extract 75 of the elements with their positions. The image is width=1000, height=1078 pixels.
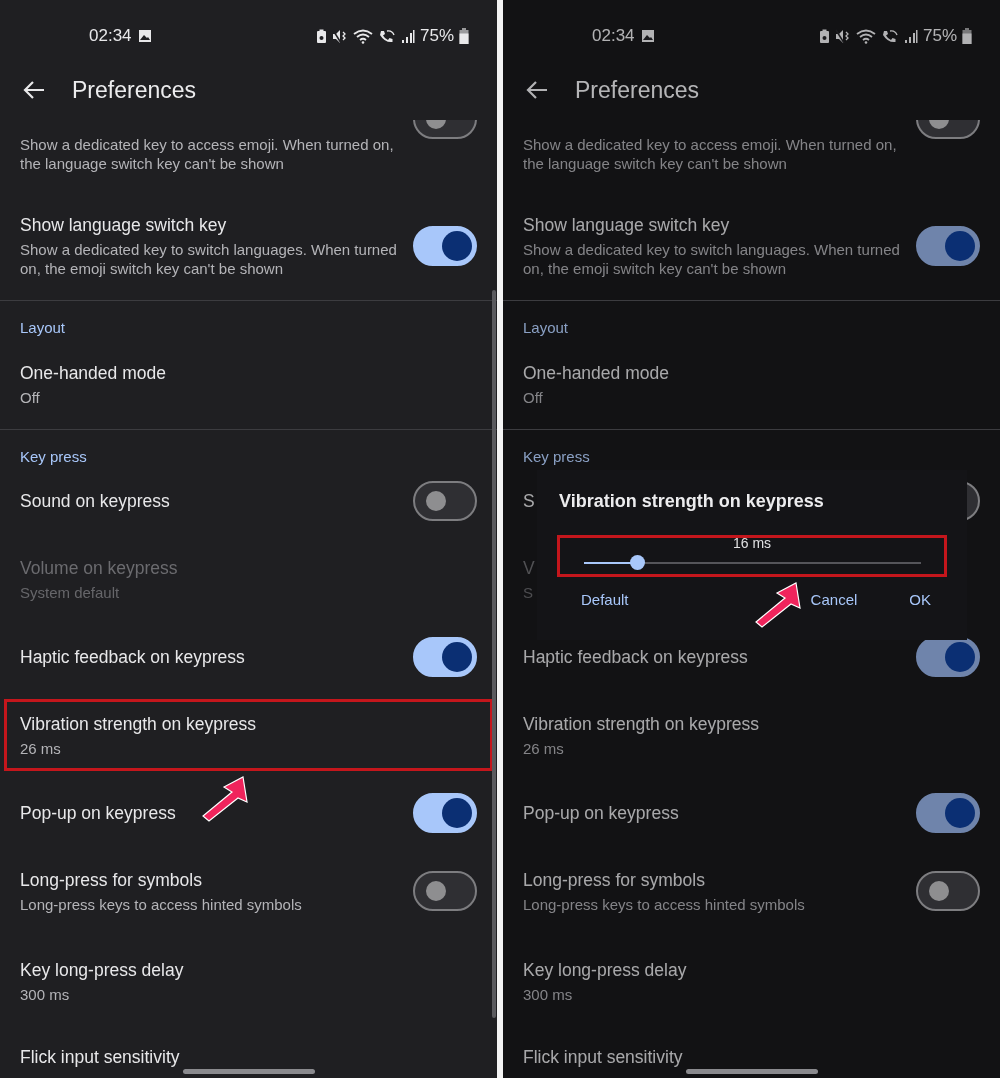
- dialog-title: Vibration strength on keypress: [559, 490, 825, 513]
- setting-title: Show language switch key: [20, 214, 227, 236]
- page-title: Preferences: [575, 75, 699, 105]
- image-icon: [640, 29, 655, 43]
- clock-time: 02:34: [89, 25, 132, 48]
- toggle-switch[interactable]: [916, 871, 980, 911]
- setting-title: Pop-up on keypress: [523, 802, 679, 824]
- battery-saver-icon: [315, 28, 327, 44]
- mute-vibrate-icon: [834, 28, 851, 44]
- setting-title: One-handed mode: [523, 361, 669, 384]
- wifi-calling-icon: [377, 28, 396, 44]
- setting-description: Show a dedicated key to switch languages. When turned on, the emoji switch key can't be shown: [523, 240, 901, 278]
- section-header: Layout: [20, 317, 66, 338]
- battery-icon: [962, 28, 972, 44]
- image-icon: [137, 29, 152, 43]
- setting-description: 300 ms: [523, 984, 573, 1004]
- slider-reading: 16 ms: [732, 534, 772, 552]
- battery-icon: [459, 28, 469, 44]
- setting-description: 26 ms: [523, 738, 564, 758]
- mute-vibrate-icon: [331, 28, 348, 44]
- section-header: Key press: [523, 446, 590, 467]
- section-header: Key press: [20, 446, 87, 467]
- setting-title: Long-press for symbols: [523, 868, 705, 891]
- wifi-icon: [352, 28, 373, 44]
- toggle-switch[interactable]: [916, 226, 980, 266]
- toggle-switch[interactable]: [916, 637, 980, 677]
- toggle-switch[interactable]: [413, 793, 477, 833]
- setting-title: Pop-up on keypress: [20, 802, 176, 824]
- setting-description: Long-press keys to access hinted symbols: [523, 894, 805, 914]
- setting-title: S: [523, 490, 535, 512]
- wifi-icon: [855, 28, 876, 44]
- setting-title: Sound on keypress: [20, 490, 170, 512]
- setting-title: Vibration strength on keypress: [523, 712, 760, 735]
- setting-title: Show language switch key: [523, 214, 730, 236]
- setting-title: One-handed mode: [20, 361, 166, 384]
- clock-time: 02:34: [592, 25, 635, 48]
- setting-title: Flick input sensitivity: [523, 1046, 683, 1068]
- dialog-button[interactable]: Cancel: [808, 585, 860, 616]
- back-arrow-icon[interactable]: [22, 80, 46, 100]
- setting-description: Show a dedicated key to access emoji. When turned on, the language switch key can't be shown: [20, 135, 395, 173]
- battery-percentage: 75%: [419, 25, 454, 48]
- setting-title: Flick input sensitivity: [20, 1046, 180, 1068]
- battery-saver-icon: [818, 28, 830, 44]
- section-header: Layout: [523, 317, 569, 338]
- setting-title: Vibration strength on keypress: [20, 712, 257, 735]
- toggle-switch[interactable]: [916, 793, 980, 833]
- setting-description: Off: [523, 387, 543, 407]
- setting-title: V: [523, 556, 535, 579]
- slider-thumb[interactable]: [629, 555, 645, 570]
- back-arrow-icon[interactable]: [525, 80, 549, 100]
- setting-title: Haptic feedback on keypress: [523, 646, 748, 668]
- setting-description: System default: [20, 582, 120, 602]
- toggle-switch[interactable]: [413, 871, 477, 911]
- signal-icon: [400, 29, 415, 43]
- dialog-button[interactable]: Default: [579, 585, 631, 616]
- setting-description: Show a dedicated key to switch languages. When turned on, the emoji switch key can't be shown: [20, 240, 398, 278]
- setting-description: Off: [20, 387, 40, 407]
- setting-description: 300 ms: [20, 984, 70, 1004]
- setting-description: Long-press keys to access hinted symbols: [20, 894, 302, 914]
- toggle-switch[interactable]: [413, 226, 477, 266]
- setting-description: S: [523, 582, 533, 602]
- page-title: Preferences: [72, 75, 196, 105]
- setting-title: Long-press for symbols: [20, 868, 202, 891]
- signal-icon: [903, 29, 918, 43]
- dialog-button[interactable]: OK: [907, 585, 933, 616]
- setting-description: Show a dedicated key to access emoji. When turned on, the language switch key can't be shown: [523, 135, 898, 173]
- toggle-switch[interactable]: [413, 637, 477, 677]
- toggle-switch[interactable]: [413, 481, 477, 521]
- wifi-calling-icon: [880, 28, 899, 44]
- setting-title: Key long-press delay: [20, 958, 184, 981]
- setting-title: Haptic feedback on keypress: [20, 646, 245, 668]
- setting-title: Volume on keypress: [20, 556, 178, 579]
- battery-percentage: 75%: [922, 25, 957, 48]
- setting-title: Key long-press delay: [523, 958, 687, 981]
- setting-description: 26 ms: [20, 738, 61, 758]
